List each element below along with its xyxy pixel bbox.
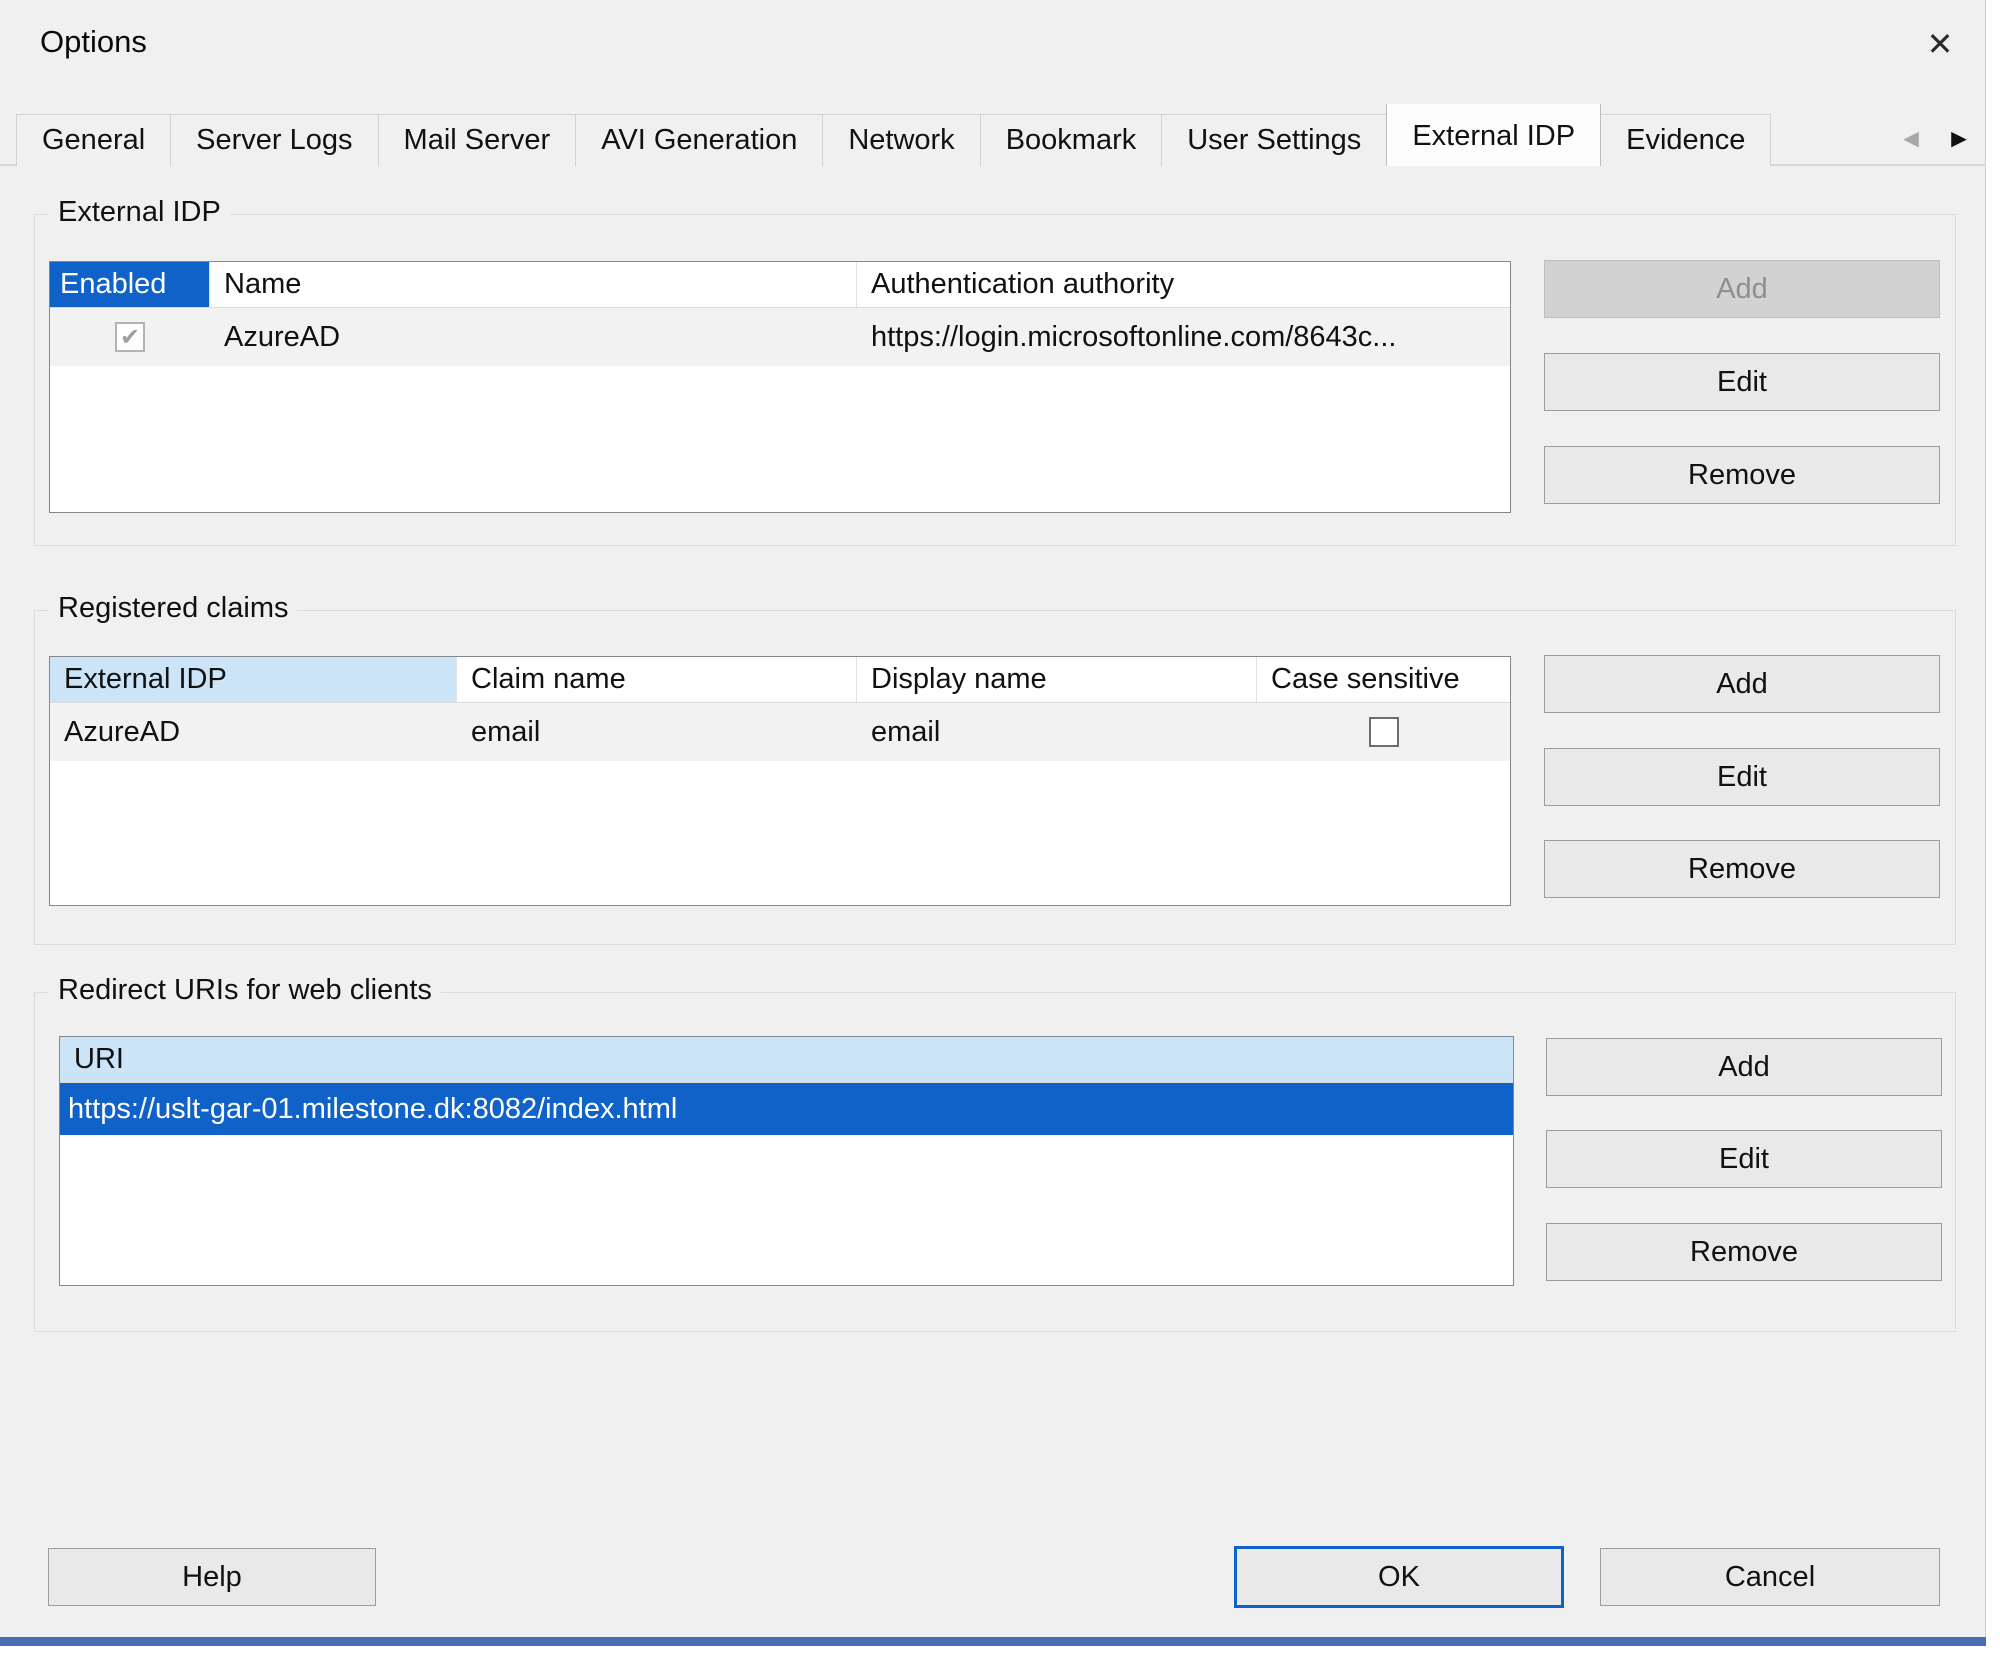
claims-edit-button[interactable]: Edit	[1544, 748, 1940, 806]
registered-claims-group-label: Registered claims	[49, 592, 297, 625]
external-idp-row[interactable]: AzureAD https://login.microsoftonline.co…	[50, 308, 1510, 366]
registered-claims-table[interactable]: External IDP Claim name Display name Cas…	[49, 656, 1511, 906]
redirect-uris-table-header: URI	[60, 1037, 1513, 1083]
column-header-authority[interactable]: Authentication authority	[857, 262, 1510, 307]
window-bottom-accent-border	[0, 1637, 1986, 1646]
tab-bar: General Server Logs Mail Server AVI Gene…	[16, 104, 1888, 166]
uri-cell: https://uslt-gar-01.milestone.dk:8082/in…	[60, 1093, 1513, 1126]
tab-external-idp[interactable]: External IDP	[1386, 104, 1601, 166]
column-header-external-idp[interactable]: External IDP	[50, 657, 457, 702]
redirect-uri-row-selected[interactable]: https://uslt-gar-01.milestone.dk:8082/in…	[60, 1083, 1513, 1135]
tab-mail-server[interactable]: Mail Server	[378, 114, 577, 166]
tab-scroll-left-icon[interactable]: ◄	[1892, 116, 1930, 160]
external-idp-table[interactable]: Enabled Name Authentication authority Az…	[49, 261, 1511, 513]
tab-bookmark[interactable]: Bookmark	[980, 114, 1163, 166]
claim-idp-cell: AzureAD	[50, 716, 457, 749]
options-dialog-screen: Options ✕ General Server Logs Mail Serve…	[0, 0, 2000, 1654]
redirect-uris-table[interactable]: URI https://uslt-gar-01.milestone.dk:808…	[59, 1036, 1514, 1286]
claims-remove-button[interactable]: Remove	[1544, 840, 1940, 898]
case-sensitive-checkbox-unchecked[interactable]	[1369, 717, 1399, 747]
enabled-checkbox-checked[interactable]	[115, 322, 145, 352]
tab-general[interactable]: General	[16, 114, 171, 166]
external-idp-table-header: Enabled Name Authentication authority	[50, 262, 1510, 308]
claim-display-name-cell: email	[857, 716, 1257, 749]
help-button[interactable]: Help	[48, 1548, 376, 1606]
tab-avi-generation[interactable]: AVI Generation	[575, 114, 823, 166]
tab-server-logs[interactable]: Server Logs	[170, 114, 378, 166]
redirect-uris-group-label: Redirect URIs for web clients	[49, 974, 441, 1007]
column-header-display-name[interactable]: Display name	[857, 657, 1257, 702]
cancel-button[interactable]: Cancel	[1600, 1548, 1940, 1606]
external-idp-group-label: External IDP	[49, 196, 230, 229]
enabled-cell	[50, 322, 210, 352]
external-idp-edit-button[interactable]: Edit	[1544, 353, 1940, 411]
registered-claims-table-header: External IDP Claim name Display name Cas…	[50, 657, 1510, 703]
external-idp-add-button: Add	[1544, 260, 1940, 318]
idp-name-cell: AzureAD	[210, 321, 857, 354]
tab-scroll-right-icon[interactable]: ►	[1940, 116, 1978, 160]
column-header-name[interactable]: Name	[210, 262, 857, 307]
uri-edit-button[interactable]: Edit	[1546, 1130, 1942, 1188]
claims-add-button[interactable]: Add	[1544, 655, 1940, 713]
claim-name-cell: email	[457, 716, 857, 749]
column-header-uri[interactable]: URI	[60, 1037, 1513, 1082]
registered-claim-row[interactable]: AzureAD email email	[50, 703, 1510, 761]
uri-add-button[interactable]: Add	[1546, 1038, 1942, 1096]
external-idp-remove-button[interactable]: Remove	[1544, 446, 1940, 504]
column-header-enabled[interactable]: Enabled	[50, 262, 210, 307]
case-sensitive-cell	[1257, 717, 1510, 747]
tab-user-settings[interactable]: User Settings	[1161, 114, 1387, 166]
tab-evidence[interactable]: Evidence	[1600, 114, 1771, 166]
tab-network[interactable]: Network	[822, 114, 980, 166]
uri-remove-button[interactable]: Remove	[1546, 1223, 1942, 1281]
options-dialog: Options ✕ General Server Logs Mail Serve…	[0, 0, 1986, 1646]
idp-authority-cell: https://login.microsoftonline.com/8643c.…	[857, 321, 1510, 354]
window-title: Options	[40, 24, 147, 60]
ok-button[interactable]: OK	[1234, 1546, 1564, 1608]
close-icon[interactable]: ✕	[1908, 14, 1972, 74]
column-header-case-sensitive[interactable]: Case sensitive	[1257, 657, 1510, 702]
column-header-claim-name[interactable]: Claim name	[457, 657, 857, 702]
tab-scroll-control: ◄ ►	[1892, 116, 1978, 160]
